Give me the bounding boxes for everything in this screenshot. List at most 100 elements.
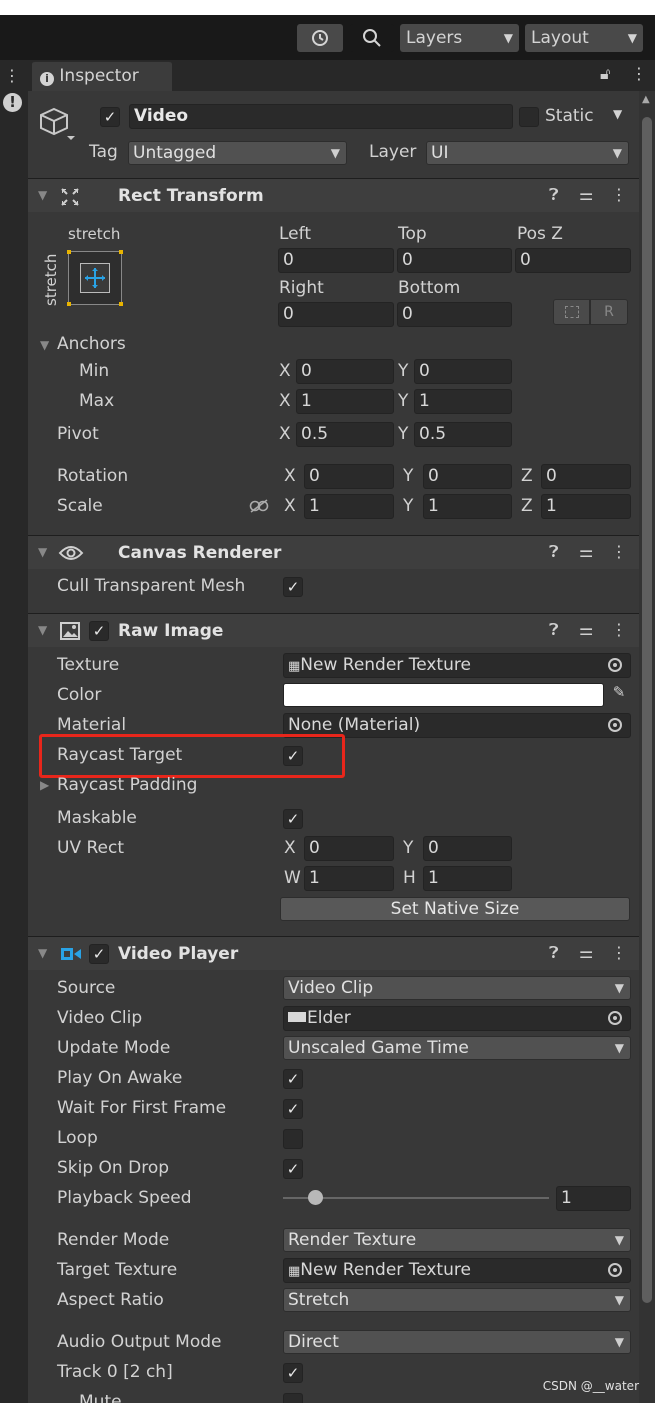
anchor-max-x-input[interactable]: 1 xyxy=(296,389,394,414)
track-enabled-checkbox[interactable]: ✓ xyxy=(283,1363,303,1383)
source-dropdown[interactable]: Video Clip ▼ xyxy=(283,976,631,1000)
chevron-down-icon[interactable]: ▼ xyxy=(613,107,622,121)
lock-icon[interactable]: 🔓︎ xyxy=(600,64,610,84)
uv-x-input[interactable]: 0 xyxy=(304,836,394,861)
playback-speed-slider-handle[interactable] xyxy=(307,1190,323,1205)
object-name-input[interactable]: Video xyxy=(129,104,513,129)
help-icon[interactable]: ❓︎ xyxy=(549,542,559,562)
anchor-preset-button[interactable] xyxy=(67,250,123,306)
top-input[interactable]: 0 xyxy=(397,248,512,273)
maskable-checkbox[interactable]: ✓ xyxy=(283,809,303,829)
uv-h-input[interactable]: 1 xyxy=(423,866,512,891)
anchor-max-y-input[interactable]: 1 xyxy=(414,389,512,414)
more-icon[interactable]: ⋮ xyxy=(611,185,627,204)
uv-w-input[interactable]: 1 xyxy=(304,866,394,891)
loop-checkbox[interactable] xyxy=(283,1129,303,1149)
set-native-size-button[interactable]: Set Native Size xyxy=(280,897,630,921)
tab-inspector[interactable]: i Inspector xyxy=(32,61,172,91)
skip-on-drop-checkbox[interactable]: ✓ xyxy=(283,1159,303,1179)
playback-speed-input[interactable]: 1 xyxy=(556,1186,631,1211)
static-checkbox[interactable] xyxy=(519,107,539,127)
x-label: X xyxy=(284,466,296,486)
layer-dropdown[interactable]: UI ▼ xyxy=(426,141,629,165)
audio-output-mode-dropdown[interactable]: Direct ▼ xyxy=(283,1330,631,1354)
canvas-renderer-header[interactable]: ▼ Canvas Renderer ❓︎ ⚌ ⋮ xyxy=(28,535,639,569)
color-swatch[interactable] xyxy=(283,683,604,707)
play-on-awake-checkbox[interactable]: ✓ xyxy=(283,1069,303,1089)
posz-input[interactable]: 0 xyxy=(515,248,631,273)
top-label: Top xyxy=(398,224,427,244)
layout-dropdown[interactable]: Layout ▼ xyxy=(525,24,643,52)
scale-z-input[interactable]: 1 xyxy=(541,494,631,519)
blueprint-mode-button[interactable] xyxy=(553,299,590,325)
cull-transparent-mesh-checkbox[interactable]: ✓ xyxy=(283,577,303,597)
more-icon[interactable]: ⋮ xyxy=(4,66,20,85)
more-icon[interactable]: ⋮ xyxy=(611,542,627,561)
raw-edit-button[interactable]: R xyxy=(590,299,628,325)
scrollbar-thumb[interactable] xyxy=(642,117,652,1303)
scroll-up-icon[interactable]: ▲ xyxy=(642,94,650,105)
aspect-ratio-dropdown[interactable]: Stretch ▼ xyxy=(283,1288,631,1312)
video-clip-field[interactable]: Elder xyxy=(283,1006,631,1031)
chevron-down-icon: ▼ xyxy=(627,31,637,45)
object-picker-icon[interactable] xyxy=(608,718,622,732)
tag-dropdown[interactable]: Untagged ▼ xyxy=(128,141,347,165)
render-mode-dropdown[interactable]: Render Texture ▼ xyxy=(283,1228,631,1252)
rect-transform-header[interactable]: ▼ Rect Transform ❓︎ ⚌ ⋮ xyxy=(28,178,639,212)
target-texture-field[interactable]: ▦New Render Texture xyxy=(283,1258,631,1283)
rotation-z-input[interactable]: 0 xyxy=(541,464,631,489)
bottom-input[interactable]: 0 xyxy=(397,302,512,327)
mute-checkbox[interactable] xyxy=(283,1393,303,1403)
rotation-x-input[interactable]: 0 xyxy=(304,464,394,489)
preset-icon[interactable]: ⚌ xyxy=(579,185,593,204)
raw-image-header[interactable]: ▼ ✓ Raw Image ❓︎ ⚌ ⋮ xyxy=(28,613,639,647)
active-checkbox[interactable]: ✓ xyxy=(100,107,120,127)
eyedropper-icon[interactable]: ✎ xyxy=(608,683,630,707)
object-picker-icon[interactable] xyxy=(608,1011,622,1025)
search-button[interactable] xyxy=(350,24,394,52)
left-input[interactable]: 0 xyxy=(278,248,394,273)
preset-icon[interactable]: ⚌ xyxy=(579,943,593,962)
more-icon[interactable]: ⋮ xyxy=(631,64,647,83)
layer-value: UI xyxy=(431,143,449,163)
uv-rect-label: UV Rect xyxy=(57,838,124,858)
more-icon[interactable]: ⋮ xyxy=(611,943,627,962)
w-label: W xyxy=(284,868,301,888)
scale-x-input[interactable]: 1 xyxy=(304,494,394,519)
anchor-min-x-input[interactable]: 0 xyxy=(296,359,394,384)
layers-dropdown[interactable]: Layers ▼ xyxy=(400,24,519,52)
rotation-y-input[interactable]: 0 xyxy=(423,464,512,489)
anchor-min-y-input[interactable]: 0 xyxy=(414,359,512,384)
mute-label: Mute xyxy=(79,1392,122,1403)
constrain-proportions-icon[interactable] xyxy=(248,498,270,514)
video-clip-label: Video Clip xyxy=(57,1008,143,1028)
wait-first-frame-checkbox[interactable]: ✓ xyxy=(283,1099,303,1119)
anchor-preset-top-label: stretch xyxy=(68,225,121,243)
object-picker-icon[interactable] xyxy=(608,1263,622,1277)
rotation-label: Rotation xyxy=(57,466,129,486)
preset-icon[interactable]: ⚌ xyxy=(579,542,593,561)
help-icon[interactable]: ❓︎ xyxy=(549,943,559,963)
history-button[interactable] xyxy=(297,24,343,52)
pivot-x-input[interactable]: 0.5 xyxy=(296,422,394,447)
update-mode-dropdown[interactable]: Unscaled Game Time ▼ xyxy=(283,1036,631,1060)
preset-icon[interactable]: ⚌ xyxy=(579,620,593,639)
uv-y-input[interactable]: 0 xyxy=(423,836,512,861)
video-player-header[interactable]: ▼ ✓ Video Player ❓︎ ⚌ ⋮ xyxy=(28,936,639,970)
help-icon[interactable]: ❓︎ xyxy=(549,620,559,640)
object-picker-icon[interactable] xyxy=(608,658,622,672)
raw-image-enabled-checkbox[interactable]: ✓ xyxy=(89,621,109,641)
foldout-arrow-icon[interactable]: ▶ xyxy=(40,778,49,792)
scale-y-input[interactable]: 1 xyxy=(423,494,512,519)
warning-icon[interactable]: ! xyxy=(3,93,22,112)
scrollbar[interactable]: ▲ xyxy=(639,91,655,1403)
pivot-y-input[interactable]: 0.5 xyxy=(414,422,512,447)
video-player-enabled-checkbox[interactable]: ✓ xyxy=(89,944,109,964)
foldout-arrow-icon[interactable]: ▼ xyxy=(40,338,49,352)
help-icon[interactable]: ❓︎ xyxy=(549,185,559,205)
right-input[interactable]: 0 xyxy=(278,302,394,327)
x-label: X xyxy=(279,424,291,444)
x-label: X xyxy=(284,838,296,858)
texture-field[interactable]: ▦New Render Texture xyxy=(283,653,631,678)
more-icon[interactable]: ⋮ xyxy=(611,620,627,639)
